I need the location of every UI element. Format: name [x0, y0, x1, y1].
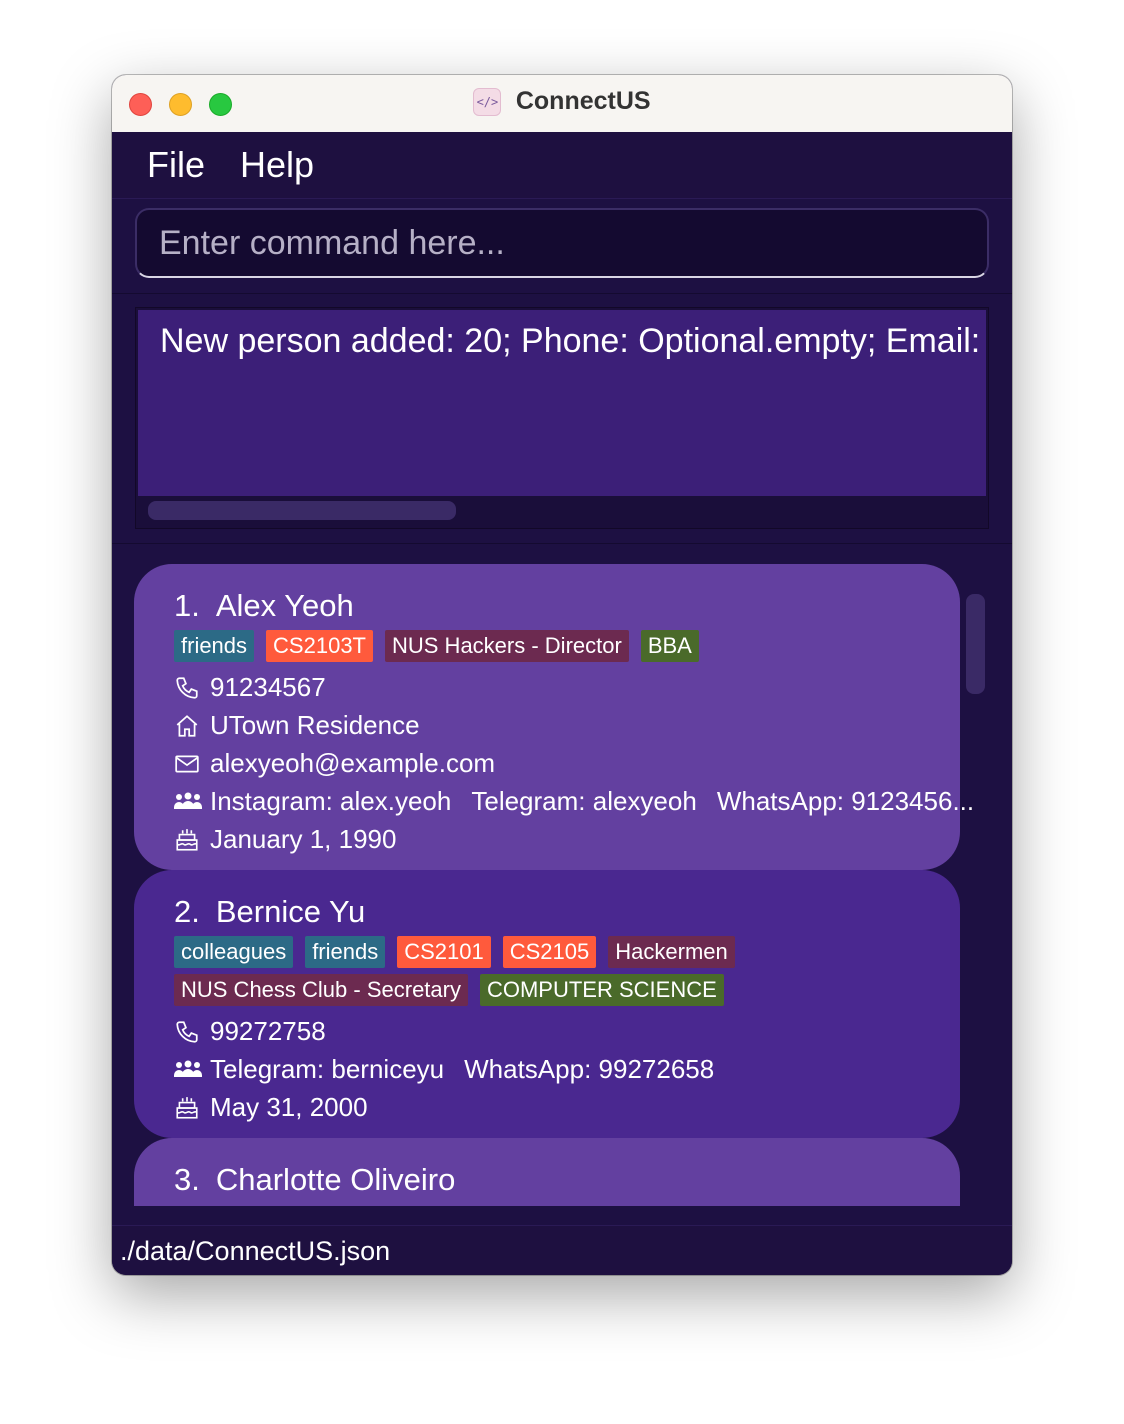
person-name-row: 1. Alex Yeoh [174, 586, 960, 626]
birthday-row: January 1, 1990 [174, 820, 960, 858]
email-row: alexyeoh@example.com [174, 744, 960, 782]
person-index: 2. [174, 894, 200, 929]
phone-row: 99272758 [174, 1012, 960, 1050]
tag-list: friends CS2103T NUS Hackers - Director BBA [174, 630, 960, 668]
menu-file[interactable]: File [147, 144, 205, 186]
tag: colleagues [174, 936, 294, 968]
command-input[interactable] [135, 208, 989, 278]
person-list: 1. Alex Yeoh friends CS2103T NUS Hackers - … [112, 543, 1012, 1226]
birthday-value: May 31, 2000 [210, 1092, 368, 1122]
cake-icon [174, 1088, 202, 1126]
person-name: Alex Yeoh [215, 588, 354, 623]
result-display[interactable]: New person added: 20; Phone: Optional.em… [135, 307, 989, 529]
people-icon [174, 782, 202, 820]
address-value: UTown Residence [210, 710, 420, 740]
phone-row: 91234567 [174, 668, 960, 706]
mail-icon [174, 744, 202, 782]
window-title: ConnectUS [515, 87, 651, 115]
tag: CS2101 [397, 936, 491, 968]
home-icon [174, 706, 202, 744]
person-name: Bernice Yu [215, 894, 366, 929]
tag: CS2105 [502, 936, 597, 968]
socials-row: Telegram: berniceyu WhatsApp: 99272658 [174, 1050, 960, 1088]
horizontal-scrollbar[interactable] [148, 501, 456, 520]
person-index: 1. [174, 588, 200, 623]
phone-icon [174, 668, 202, 706]
tag: friends [174, 630, 255, 662]
title-bar: </> ConnectUS [112, 75, 1012, 133]
status-bar: ./data/ConnectUS.json [112, 1225, 1012, 1275]
tag-list: colleagues friends CS2101 CS2105 Hackermen NU… [174, 936, 960, 1012]
data-file-path: ./data/ConnectUS.json [120, 1236, 391, 1266]
social-telegram: Telegram: berniceyu [210, 1054, 445, 1084]
phone-value: 99272758 [210, 1016, 326, 1046]
person-card[interactable]: 3. Charlotte Oliveiro [134, 1138, 960, 1206]
person-card[interactable]: 2. Bernice Yu colleagues friends CS2101 CS21… [134, 870, 960, 1138]
command-area [112, 199, 1012, 292]
result-area: New person added: 20; Phone: Optional.em… [112, 293, 1012, 544]
people-icon [174, 1050, 202, 1088]
social-instagram: Instagram: alex.yeoh [210, 786, 452, 816]
tag: COMPUTER SCIENCE [479, 974, 724, 1006]
birthday-row: May 31, 2000 [174, 1088, 960, 1126]
menu-help[interactable]: Help [240, 144, 314, 186]
person-name-row: 3. Charlotte Oliveiro [174, 1160, 960, 1200]
result-text: New person added: 20; Phone: Optional.em… [138, 310, 986, 496]
app-icon: </> [473, 87, 502, 116]
vertical-scrollbar[interactable] [966, 594, 985, 694]
social-telegram: Telegram: alexyeoh [471, 786, 697, 816]
person-card[interactable]: 1. Alex Yeoh friends CS2103T NUS Hackers - … [134, 564, 974, 870]
phone-icon [174, 1012, 202, 1050]
tag: NUS Hackers - Director [385, 630, 629, 662]
tag: NUS Chess Club - Secretary [174, 974, 468, 1006]
tag: BBA [640, 630, 699, 662]
person-name-row: 2. Bernice Yu [174, 892, 960, 932]
person-index: 3. [174, 1162, 200, 1197]
email-value: alexyeoh@example.com [210, 748, 496, 778]
tag: CS2103T [266, 630, 373, 662]
menu-bar: File Help [112, 132, 1012, 199]
tag: Hackermen [608, 936, 735, 968]
social-whatsapp: WhatsApp: 99272658 [464, 1054, 715, 1084]
tag: friends [305, 936, 386, 968]
cake-icon [174, 820, 202, 858]
socials-row: Instagram: alex.yeoh Telegram: alexyeoh Wh… [174, 782, 974, 820]
phone-value: 91234567 [210, 672, 326, 702]
app-window: </> ConnectUS File Help New person added… [112, 75, 1012, 1275]
person-name: Charlotte Oliveiro [215, 1162, 456, 1197]
social-whatsapp: WhatsApp: 9123456... [716, 786, 975, 816]
address-row: UTown Residence [174, 706, 960, 744]
birthday-value: January 1, 1990 [210, 824, 397, 854]
